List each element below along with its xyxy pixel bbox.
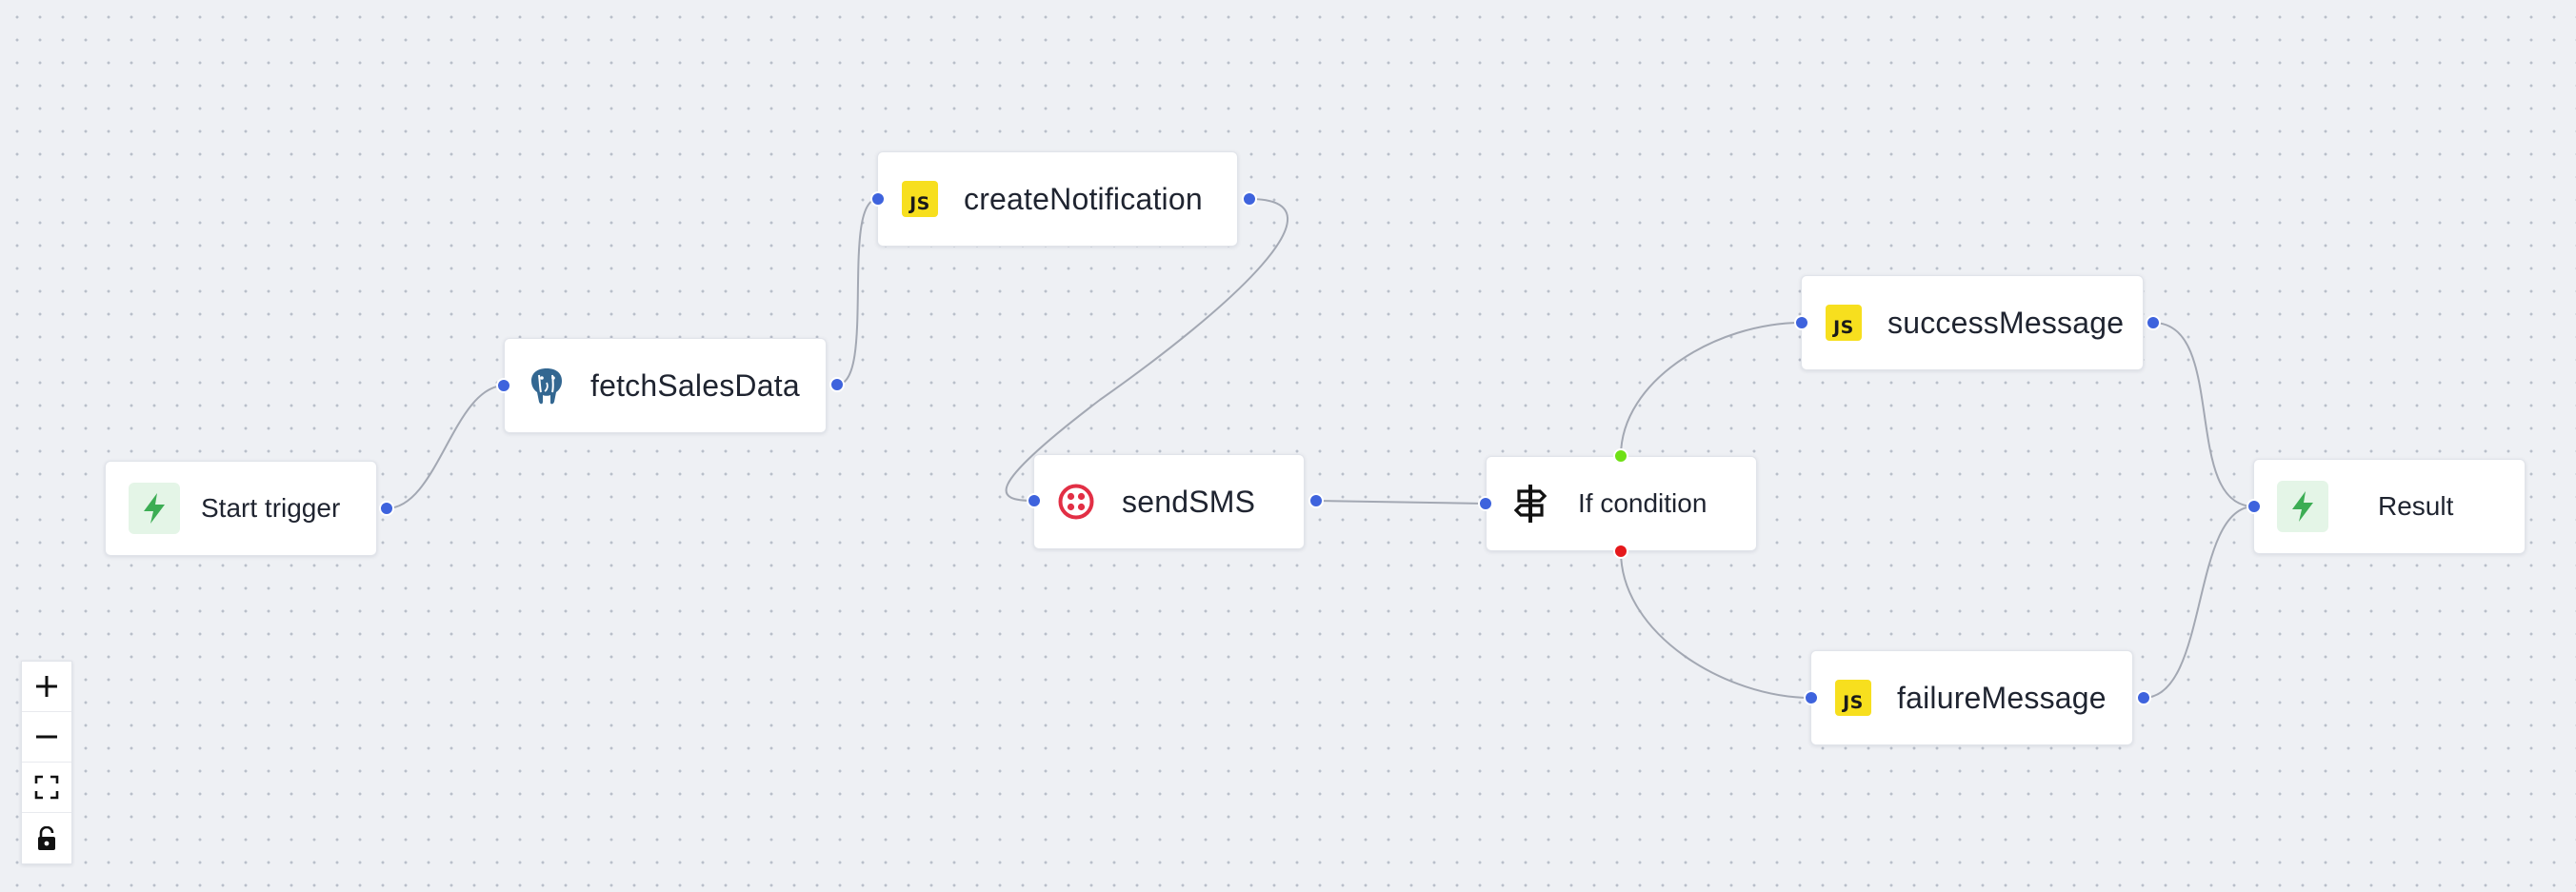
zoom-out-button[interactable] (22, 712, 71, 763)
target-handle[interactable] (1027, 493, 1042, 508)
node-success-message[interactable]: JS successMessage (1801, 275, 2144, 370)
target-handle[interactable] (1478, 496, 1493, 511)
bolt-icon (129, 483, 180, 534)
workflow-canvas[interactable]: Start trigger fetchSalesData JS createNo… (0, 0, 2576, 892)
node-send-sms[interactable]: sendSMS (1033, 454, 1305, 549)
node-label: sendSMS (1122, 484, 1256, 519)
node-label: If condition (1578, 488, 1707, 518)
bolt-icon (2277, 481, 2328, 532)
node-create-notification[interactable]: JS createNotification (877, 151, 1238, 247)
node-label: fetchSalesData (590, 367, 800, 403)
fit-view-icon (34, 775, 59, 800)
node-label: Result (2378, 491, 2454, 521)
edge-success-to-result[interactable] (2152, 322, 2255, 507)
zoom-in-button[interactable] (22, 662, 71, 712)
canvas-controls (21, 661, 72, 864)
node-result[interactable]: Result (2253, 459, 2526, 554)
node-label: createNotification (964, 181, 1203, 216)
node-start-trigger[interactable]: Start trigger (105, 461, 377, 556)
node-label: successMessage (1887, 305, 2125, 340)
javascript-icon: JS (1825, 304, 1863, 342)
postgres-icon (528, 367, 566, 405)
javascript-icon: JS (901, 180, 939, 218)
true-branch-handle[interactable] (1613, 448, 1628, 464)
target-handle[interactable] (870, 191, 886, 207)
target-handle[interactable] (2247, 499, 2262, 514)
target-handle[interactable] (1794, 315, 1809, 330)
lock-button[interactable] (22, 813, 71, 863)
edge-cond-to-failure[interactable] (1620, 550, 1812, 699)
source-handle[interactable] (1242, 191, 1257, 207)
node-label: failureMessage (1897, 680, 2107, 715)
target-handle[interactable] (1804, 690, 1819, 705)
edge-cond-to-success[interactable] (1620, 322, 1803, 457)
minus-icon (36, 735, 57, 739)
node-if-condition[interactable]: If condition (1486, 456, 1757, 551)
false-branch-handle[interactable] (1613, 544, 1628, 559)
node-label: Start trigger (201, 493, 341, 523)
edge-fetch-to-create[interactable] (836, 198, 879, 386)
fit-view-button[interactable] (22, 763, 71, 813)
javascript-icon: JS (1834, 679, 1872, 717)
node-fetch-sales-data[interactable]: fetchSalesData (504, 338, 827, 433)
node-failure-message[interactable]: JS failureMessage (1810, 650, 2133, 745)
twilio-icon (1057, 483, 1095, 521)
source-handle[interactable] (379, 501, 394, 516)
edge-failure-to-result[interactable] (2143, 505, 2255, 699)
source-handle[interactable] (829, 377, 845, 392)
lock-icon (38, 825, 55, 850)
target-handle[interactable] (496, 378, 511, 393)
source-handle[interactable] (2136, 690, 2151, 705)
source-handle[interactable] (1308, 493, 1324, 508)
plus-icon (36, 676, 57, 697)
edges-layer (386, 198, 2255, 699)
source-handle[interactable] (2146, 315, 2161, 330)
edge-sms-to-cond[interactable] (1315, 500, 1487, 505)
edge-start-to-fetch[interactable] (386, 385, 506, 509)
signpost-icon (1511, 485, 1549, 523)
